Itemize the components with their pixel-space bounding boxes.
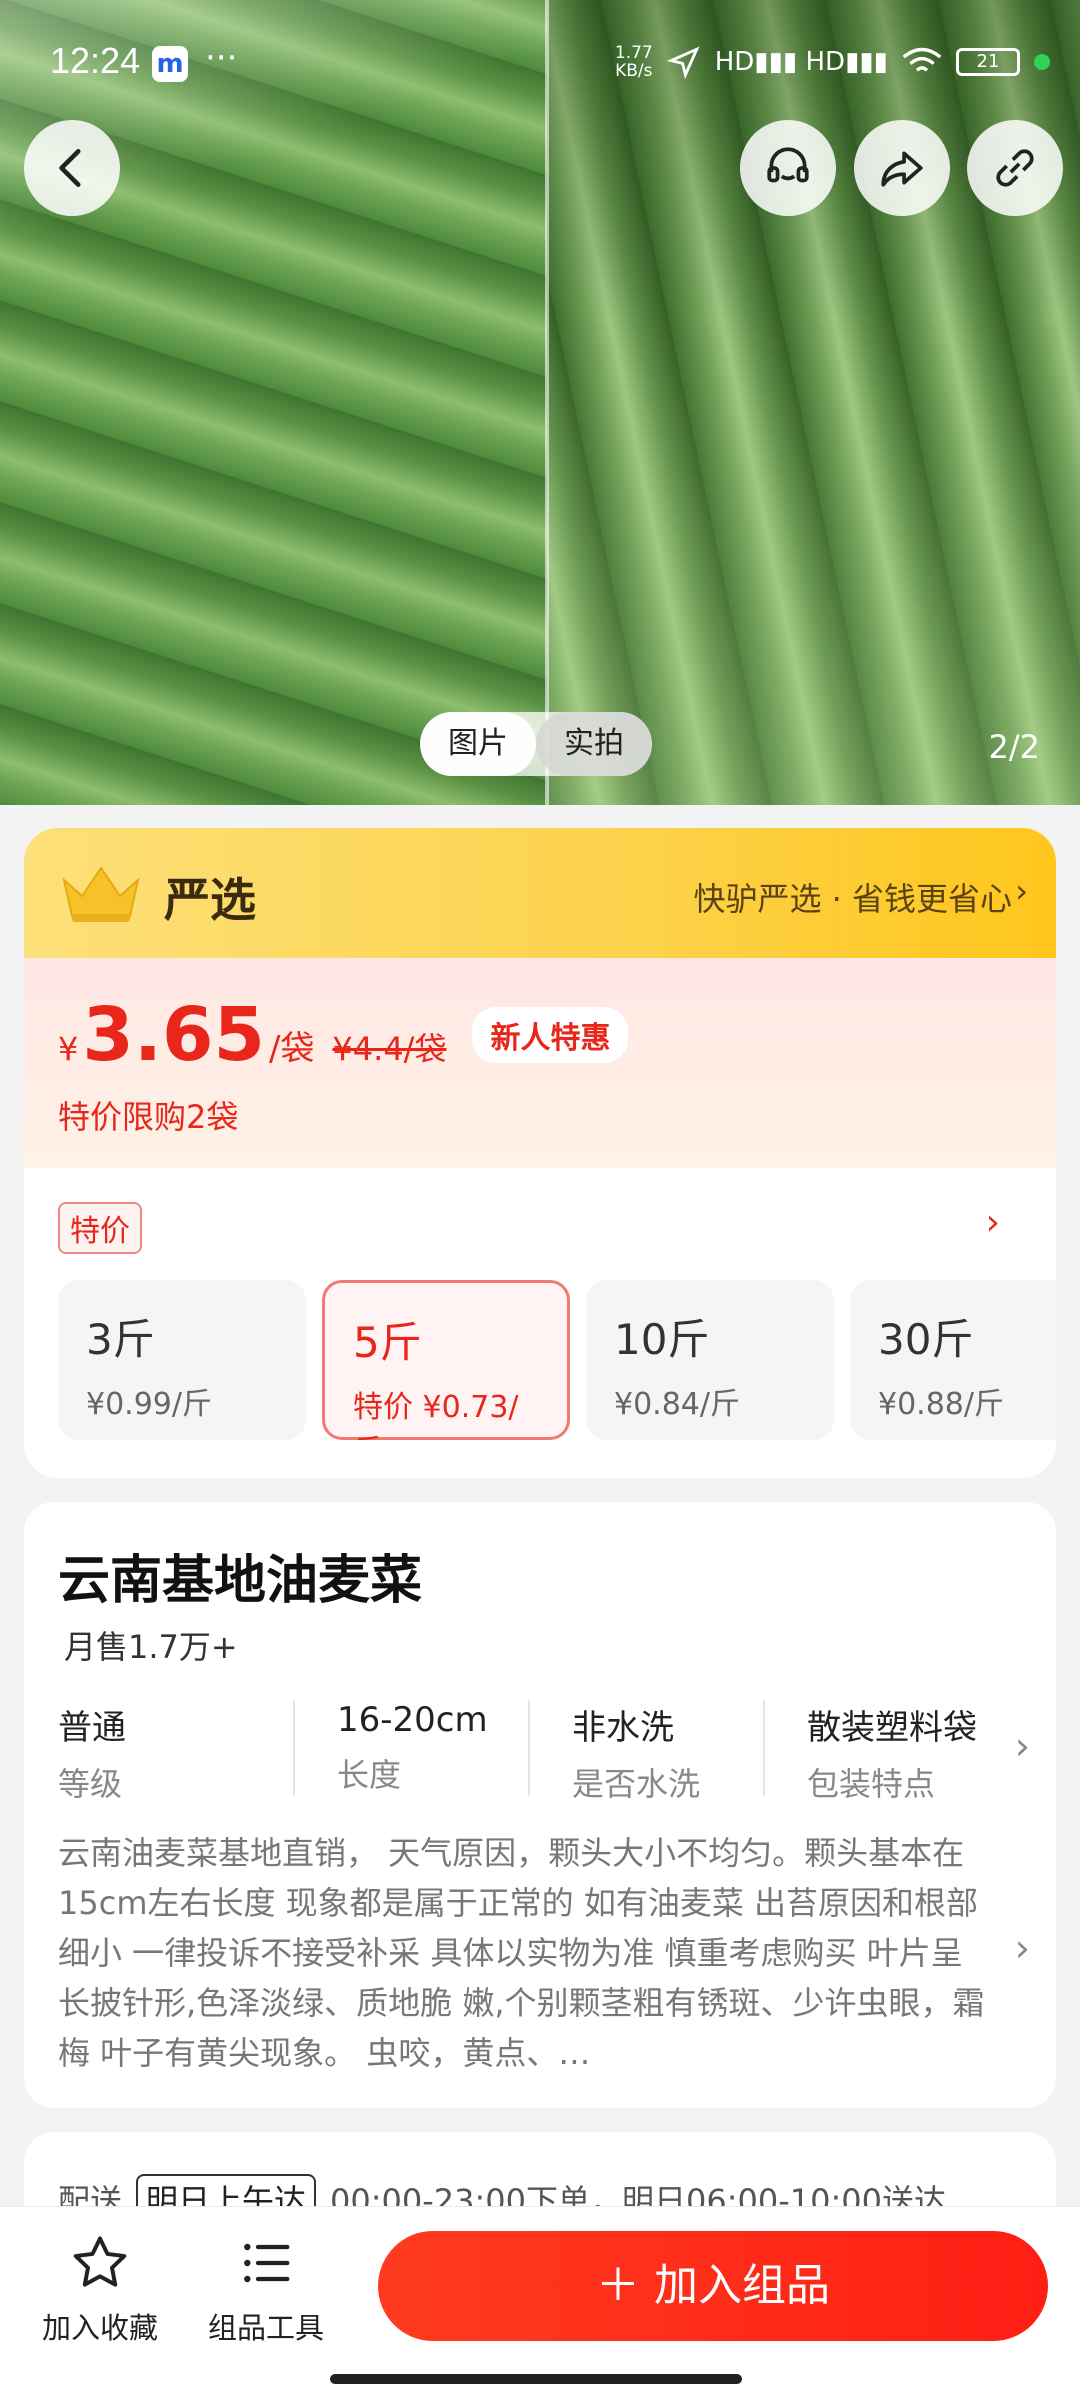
spec-options-list: 3斤 ¥0.99/斤 5斤 特价 ¥0.73/斤 10斤 ¥0.84/斤 30斤… <box>58 1280 1056 1440</box>
selection-card: 严选 快驴严选 · 省钱更省心 › ¥ 3.65 /袋 ¥4.4/袋 新人特惠 … <box>24 828 1056 1478</box>
selection-header[interactable]: 严选 快驴严选 · 省钱更省心 › <box>24 828 1056 958</box>
headset-icon <box>767 147 809 183</box>
current-price: 3.65 <box>82 992 265 1078</box>
price-section: ¥ 3.65 /袋 ¥4.4/袋 新人特惠 特价限购2袋 <box>24 958 1056 1168</box>
spec-option-30jin[interactable]: 30斤 ¥0.88/斤 <box>850 1280 1056 1440</box>
add-to-bundle-button[interactable]: ＋ 加入组品 <box>378 2231 1048 2341</box>
crown-icon <box>62 866 140 922</box>
product-photo-right <box>547 0 1080 805</box>
selection-slogan: 快驴严选 · 省钱更省心 <box>693 880 1012 918</box>
product-description[interactable]: 云南油麦菜基地直销， 天气原因，颗头大小不均匀。颗头基本在15cm左右长度 现象… <box>58 1828 988 2078</box>
purchase-limit-note: 特价限购2袋 <box>58 1098 239 1136</box>
status-bar: 12:24 m ··· 1.77 KB/s HD▮▮▮ HD▮▮▮ 21 <box>0 0 1080 120</box>
photo-type-tabs: 图片 实拍 <box>420 712 652 776</box>
link-icon <box>996 149 1034 187</box>
special-price-tag: 特价 <box>58 1202 142 1254</box>
location-arrow-icon <box>666 46 700 79</box>
product-info-card: 云南基地油麦菜 月售1.7万+ 普通 等级 16-20cm 长度 非水洗 是否水… <box>24 1502 1056 2108</box>
add-favorite-button[interactable]: 加入收藏 <box>30 2231 170 2347</box>
photo-divider <box>545 0 549 805</box>
original-price: ¥4.4/袋 <box>332 1030 447 1068</box>
currency-symbol: ¥ <box>58 1030 79 1068</box>
attribute-packaging: 散装塑料袋 包装特点 <box>763 1700 998 1803</box>
home-indicator[interactable] <box>330 2374 742 2384</box>
favorite-label: 加入收藏 <box>41 2311 158 2345</box>
selection-title: 严选 <box>164 873 256 927</box>
image-page-counter: 2/2 <box>988 728 1041 766</box>
share-arrow-icon <box>881 151 923 187</box>
back-button[interactable] <box>24 120 120 216</box>
spec-more-chevron-icon[interactable]: › <box>986 1202 1000 1243</box>
tab-photos[interactable]: 图片 <box>420 712 536 776</box>
spec-option-5jin[interactable]: 5斤 特价 ¥0.73/斤 <box>322 1280 570 1440</box>
bundle-tools-button[interactable]: 组品工具 <box>196 2231 336 2347</box>
add-button-label: 加入组品 <box>654 2260 830 2311</box>
spec-option-3jin[interactable]: 3斤 ¥0.99/斤 <box>58 1280 306 1440</box>
cell-signal-icon: HD▮▮▮ HD▮▮▮ <box>714 47 888 77</box>
customer-service-button[interactable] <box>740 120 836 216</box>
wifi-icon <box>902 47 942 72</box>
network-speed: 1.77 KB/s <box>614 43 653 81</box>
price-row: ¥ 3.65 /袋 ¥4.4/袋 新人特惠 <box>58 992 629 1078</box>
newbie-discount-badge: 新人特惠 <box>472 1007 629 1063</box>
list-icon <box>244 2243 290 2283</box>
more-notifications-icon: ··· <box>205 38 238 78</box>
copy-link-button[interactable] <box>967 120 1063 216</box>
share-button[interactable] <box>854 120 950 216</box>
product-title: 云南基地油麦菜 <box>58 1551 423 1611</box>
spec-selector: 特价 › 3斤 ¥0.99/斤 5斤 特价 ¥0.73/斤 10斤 ¥0.84/… <box>24 1168 1056 1478</box>
monthly-sales: 月售1.7万+ <box>64 1628 238 1666</box>
spec-option-10jin[interactable]: 10斤 ¥0.84/斤 <box>586 1280 834 1440</box>
attribute-length: 16-20cm 长度 <box>293 1700 528 1796</box>
chevron-left-icon <box>59 149 81 187</box>
attribute-washed: 非水洗 是否水洗 <box>528 1700 763 1803</box>
attributes-chevron-icon[interactable]: › <box>1015 1724 1030 1768</box>
status-time: 12:24 <box>50 40 141 81</box>
description-chevron-icon[interactable]: › <box>1015 1926 1030 1970</box>
tools-label: 组品工具 <box>207 2311 324 2345</box>
status-indicators: 1.77 KB/s HD▮▮▮ HD▮▮▮ 21 <box>615 44 1050 80</box>
star-icon <box>73 2236 127 2287</box>
app-notification-icon: m <box>152 46 188 82</box>
battery-indicator: 21 <box>956 48 1020 76</box>
privacy-dot-icon <box>1034 54 1050 70</box>
attribute-grade: 普通 等级 <box>58 1708 126 1803</box>
product-attributes[interactable]: 普通 等级 16-20cm 长度 非水洗 是否水洗 散装塑料袋 包装特点 <box>58 1700 1018 1803</box>
price-unit: /袋 <box>268 1029 315 1069</box>
tab-real-shots[interactable]: 实拍 <box>536 712 652 776</box>
chevron-right-icon: › <box>1015 872 1028 910</box>
plus-icon: ＋ <box>596 2260 640 2311</box>
product-image-gallery[interactable]: 图片 实拍 2/2 <box>0 0 1080 805</box>
